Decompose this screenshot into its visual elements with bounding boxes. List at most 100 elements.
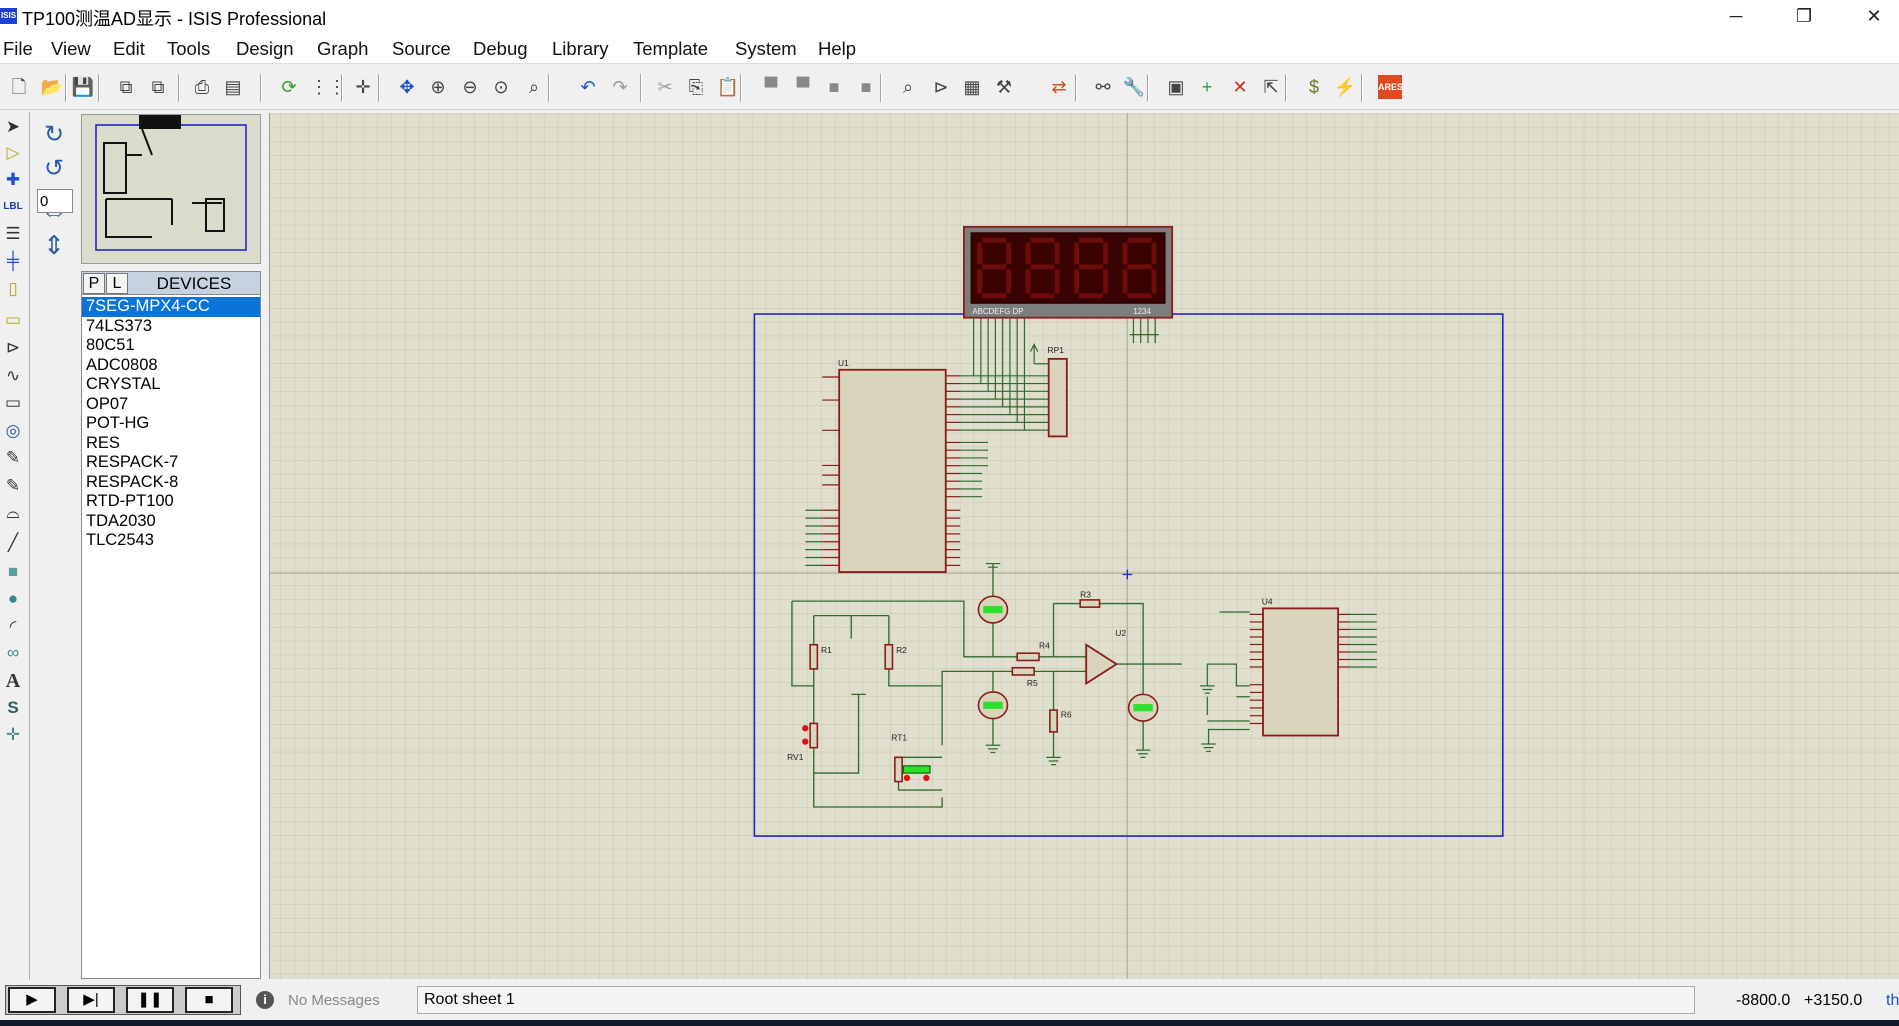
symbol-2d-icon[interactable]: S [1,696,25,720]
block-move-icon[interactable]: ▀ [791,75,815,99]
box-2d-icon[interactable]: ■ [1,560,25,584]
undo-icon[interactable]: ↶ [576,75,600,99]
pan-icon[interactable]: ✥ [395,75,419,99]
print-icon[interactable]: ⎙ [190,75,214,99]
menu-help[interactable]: Help [818,38,856,60]
device-list-item[interactable]: ADC0808 [82,356,260,376]
menu-file[interactable]: File [3,38,33,60]
virtual-instruments-icon[interactable]: ⌓ [1,501,25,525]
resistor-r5[interactable] [1011,666,1035,676]
paste-icon[interactable]: 📋 [716,75,740,99]
close-button[interactable]: ✕ [1846,0,1899,34]
arc-2d-icon[interactable]: ◜ [1,615,25,639]
menu-debug[interactable]: Debug [473,38,528,60]
device-list-item[interactable]: POT-HG [82,414,260,434]
add-sheet-icon[interactable]: + [1195,75,1219,99]
wire-autorouter-icon[interactable]: ⇄ [1047,75,1071,99]
circle-2d-icon[interactable]: ● [1,587,25,611]
step-button[interactable]: ▶| [67,987,115,1013]
text-script-icon[interactable]: ☰ [1,222,25,246]
device-list-item[interactable]: TLC2543 [82,531,260,551]
device-list-item[interactable]: 74LS373 [82,317,260,337]
zoom-out-icon[interactable]: ⊖ [458,75,482,99]
device-list-item[interactable]: RESPACK-7 [82,453,260,473]
grid-toggle-icon[interactable]: ⋮⋮ [310,75,346,99]
current-probe-icon[interactable]: ✎ [1,474,25,498]
voltmeter[interactable] [977,691,1009,720]
resistor-r1[interactable] [809,643,819,670]
component-mode-icon[interactable]: ▷ [1,141,25,165]
tape-recorder-icon[interactable]: ▭ [1,391,25,415]
device-list-item[interactable]: TDA2030 [82,512,260,532]
property-assign-icon[interactable]: 🔧 [1122,75,1146,99]
decompose-icon[interactable]: ⚒ [992,75,1016,99]
line-2d-icon[interactable]: ╱ [1,531,25,555]
menu-design[interactable]: Design [236,38,294,60]
library-manager-button[interactable]: L [106,273,128,294]
marker-2d-icon[interactable]: ✛ [1,723,25,747]
device-list-item[interactable]: 7SEG-MPX4-CC [82,297,260,317]
graph-mode-icon[interactable]: ∿ [1,364,25,388]
restore-button[interactable]: ❐ [1776,0,1832,34]
generator-icon[interactable]: ◎ [1,419,25,443]
device-list-item[interactable]: 80C51 [82,336,260,356]
remove-sheet-icon[interactable]: ✕ [1228,75,1252,99]
u1-microcontroller[interactable]: U1 [838,358,947,573]
units-toggle[interactable]: th [1886,992,1899,1010]
page-setup-icon[interactable]: ▤ [221,75,245,99]
origin-icon[interactable]: ✛ [351,75,375,99]
selection-mode-icon[interactable]: ➤ [1,115,25,139]
device-list-item[interactable]: RES [82,434,260,454]
device-list-item[interactable]: RTD-PT100 [82,492,260,512]
device-pins-icon[interactable]: ⊳ [1,336,25,360]
new-file-icon[interactable]: 🗋 [7,75,31,99]
export-section-icon[interactable]: ⧉ [146,75,170,99]
pick-devices-button[interactable]: P [83,273,105,294]
overview-window[interactable] [81,114,261,264]
text-2d-icon[interactable]: A [1,669,25,693]
messages-status[interactable]: No Messages [288,992,380,1009]
bill-of-materials-icon[interactable]: $ [1302,75,1326,99]
menu-system[interactable]: System [735,38,797,60]
rtd-rt1[interactable] [894,756,903,783]
pick-device-icon[interactable]: ⌕ [896,75,920,99]
potentiometer-rv1[interactable] [809,722,819,749]
menu-view[interactable]: View [51,38,91,60]
new-sheet-icon[interactable]: ▣ [1164,75,1188,99]
stop-button[interactable]: ■ [185,987,233,1013]
resistor-r3[interactable] [1079,599,1101,608]
zoom-all-icon[interactable]: ⊙ [489,75,513,99]
terminals-icon[interactable]: ▭ [1,308,25,332]
path-2d-icon[interactable]: ∞ [1,641,25,665]
seven-segment-display[interactable]: ABCDEFG DP 1234 [962,225,1174,319]
zoom-in-icon[interactable]: ⊕ [426,75,450,99]
redo-icon[interactable]: ↷ [608,75,632,99]
rp1-resistor-pack[interactable]: RP1 [1047,345,1068,438]
schematic-canvas[interactable]: ABCDEFG DP 1234 U1 RP1 U2 R1 R2 R3 R4 R5… [269,113,1899,979]
menu-template[interactable]: Template [633,38,708,60]
rotation-input[interactable] [37,189,73,213]
goto-child-icon[interactable]: ⇱ [1259,75,1283,99]
minimize-button[interactable]: ─ [1708,0,1764,34]
menu-tools[interactable]: Tools [167,38,210,60]
save-icon[interactable]: 💾 [71,75,95,99]
menu-library[interactable]: Library [552,38,609,60]
wire-label-icon[interactable]: LBL [1,195,25,219]
info-icon[interactable]: i [256,991,274,1009]
subcircuit-icon[interactable]: ▯ [1,277,25,301]
block-delete-icon[interactable]: ■ [854,75,878,99]
package-tool-icon[interactable]: ▦ [960,75,984,99]
resistor-r4[interactable] [1016,652,1040,662]
zoom-area-icon[interactable]: ⌕ [522,75,546,99]
device-list-item[interactable]: CRYSTAL [82,375,260,395]
bus-icon[interactable]: ╪ [1,249,25,273]
junction-dot-icon[interactable]: ✚ [1,168,25,192]
rotate-clockwise-icon[interactable]: ↻ [39,120,69,150]
block-rotate-icon[interactable]: ■ [822,75,846,99]
pause-button[interactable]: ❚❚ [126,987,174,1013]
mirror-y-icon[interactable]: ⇕ [39,230,69,260]
voltage-probe-icon[interactable]: ✎ [1,446,25,470]
search-tag-icon[interactable]: ⚯ [1091,75,1115,99]
electrical-rule-check-icon[interactable]: ⚡ [1333,75,1357,99]
menu-graph[interactable]: Graph [317,38,368,60]
